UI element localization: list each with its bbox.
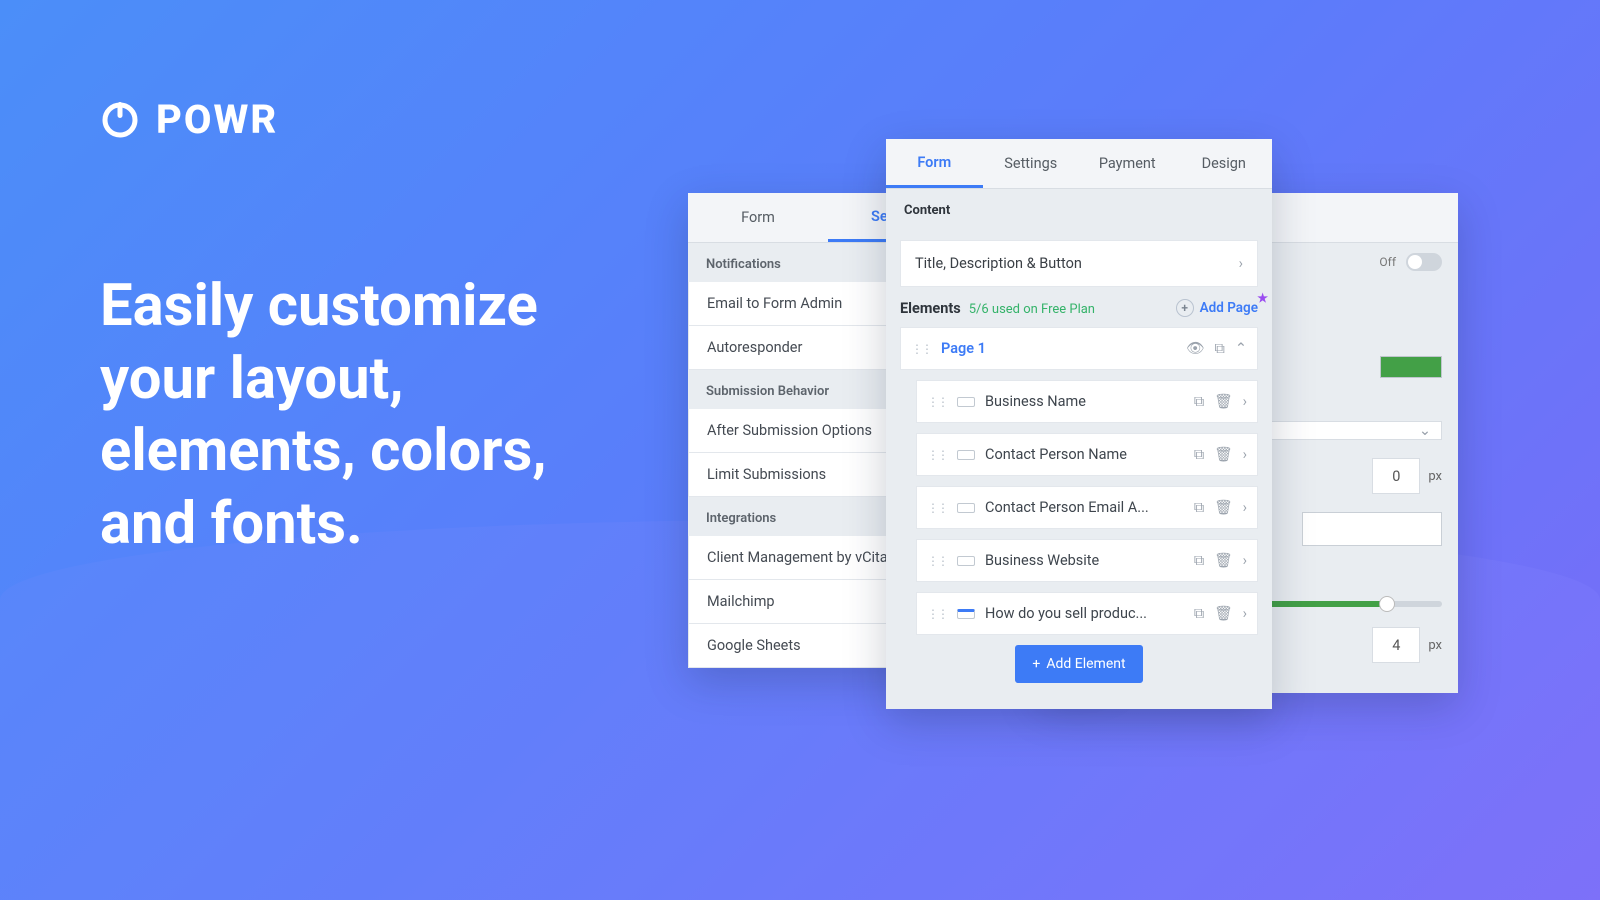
drag-handle-icon[interactable]: ⋮⋮ [927,607,947,621]
tab-form-front[interactable]: Form [886,139,983,188]
delete-icon[interactable]: 🗑 [1214,605,1232,622]
chevron-right-icon: › [1243,499,1247,516]
plus-icon: + [1176,299,1194,317]
chevron-right-icon: › [1243,605,1247,622]
add-element-label: Add Element [1046,656,1125,672]
tab-design-front[interactable]: Design [1176,139,1273,188]
content-section-label: Content [886,189,1272,228]
add-page-label: Add Page [1200,300,1258,316]
text-field-icon [957,397,975,407]
tab-form[interactable]: Form [688,193,828,242]
border-radius-input[interactable]: 4 [1372,627,1420,663]
element-label: How do you sell produc... [985,605,1184,622]
elements-label: Elements [900,300,961,317]
duplicate-icon[interactable]: ⧉ [1194,605,1204,622]
px-unit-1: px [1428,469,1442,484]
element-contact-person-name[interactable]: ⋮⋮ Contact Person Name ⧉ 🗑 › [916,433,1258,476]
element-label: Business Website [985,552,1184,569]
delete-icon[interactable]: 🗑 [1214,393,1232,410]
element-contact-email[interactable]: ⋮⋮ Contact Person Email A... ⧉ 🗑 › [916,486,1258,529]
collapse-icon[interactable]: ⌃ [1235,340,1247,357]
page-1-row[interactable]: ⋮⋮ Page 1 👁 ⧉ ⌃ [900,327,1258,370]
add-page-button[interactable]: + Add Page ★ [1176,299,1258,317]
add-element-button[interactable]: + Add Element [1015,645,1143,683]
chevron-right-icon: › [1243,393,1247,410]
color-swatch[interactable] [1380,356,1442,378]
powr-logo-icon [100,100,140,140]
drag-handle-icon[interactable]: ⋮⋮ [927,554,947,568]
element-how-sell-products[interactable]: ⋮⋮ How do you sell produc... ⧉ 🗑 › [916,592,1258,635]
duplicate-icon[interactable]: ⧉ [1214,340,1224,357]
duplicate-icon[interactable]: ⧉ [1194,393,1204,410]
dropdown-field-icon [957,609,975,619]
chevron-right-icon: › [1243,552,1247,569]
visibility-icon[interactable]: 👁 [1186,340,1204,357]
brand-name: POWR [156,96,278,143]
element-business-name[interactable]: ⋮⋮ Business Name ⧉ 🗑 › [916,380,1258,423]
text-field-icon [957,450,975,460]
duplicate-icon[interactable]: ⧉ [1194,499,1204,516]
brand-logo: POWR [100,96,278,143]
text-field-icon [957,556,975,566]
form-builder-panel: Form Settings Payment Design Content Tit… [886,139,1272,709]
premium-star-icon: ★ [1257,291,1268,305]
drag-handle-icon[interactable]: ⋮⋮ [927,448,947,462]
duplicate-icon[interactable]: ⧉ [1194,446,1204,463]
preview-box [1302,512,1442,546]
drag-handle-icon[interactable]: ⋮⋮ [911,342,931,356]
plan-usage: 5/6 used on Free Plan [969,302,1095,317]
plus-icon: + [1032,656,1040,672]
element-label: Contact Person Name [985,446,1184,463]
content-row-label: Title, Description & Button [915,255,1082,272]
delete-icon[interactable]: 🗑 [1214,446,1232,463]
element-business-website[interactable]: ⋮⋮ Business Website ⧉ 🗑 › [916,539,1258,582]
element-label: Contact Person Email A... [985,499,1184,516]
delete-icon[interactable]: 🗑 [1214,499,1232,516]
px-unit-2: px [1428,638,1442,653]
border-width-input[interactable]: 0 [1372,458,1420,494]
drag-handle-icon[interactable]: ⋮⋮ [927,395,947,409]
page-1-label: Page 1 [941,340,1176,357]
title-description-button-row[interactable]: Title, Description & Button › [900,240,1258,287]
chevron-right-icon: › [1239,255,1243,272]
tab-payment-front[interactable]: Payment [1079,139,1176,188]
marketing-headline: Easily customize your layout, elements, … [100,270,640,560]
off-label: Off [1379,255,1396,269]
gradient-toggle[interactable] [1406,253,1442,271]
duplicate-icon[interactable]: ⧉ [1194,552,1204,569]
form-tabs: Form Settings Payment Design [886,139,1272,189]
element-label: Business Name [985,393,1184,410]
text-field-icon [957,503,975,513]
drag-handle-icon[interactable]: ⋮⋮ [927,501,947,515]
tab-settings-front[interactable]: Settings [983,139,1080,188]
delete-icon[interactable]: 🗑 [1214,552,1232,569]
chevron-right-icon: › [1243,446,1247,463]
